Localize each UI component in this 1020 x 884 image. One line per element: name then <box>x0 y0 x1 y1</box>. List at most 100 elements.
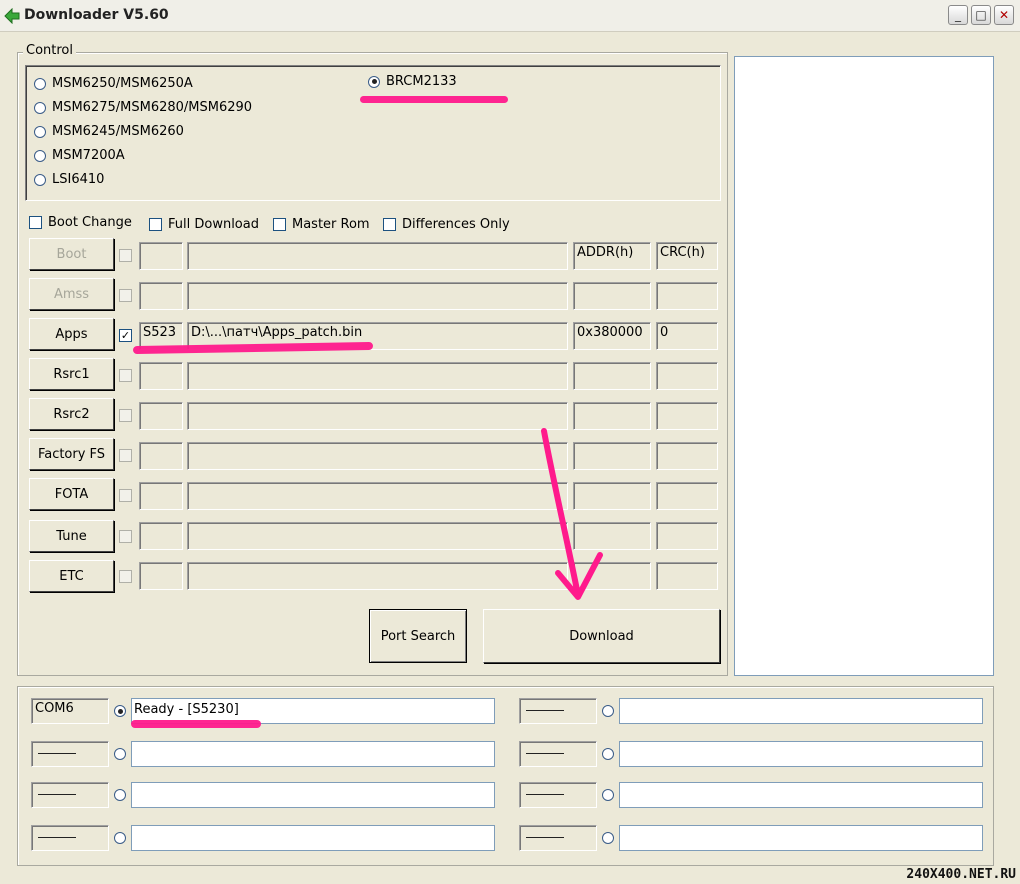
checkbox-icon[interactable] <box>29 216 42 229</box>
boot-path-field <box>187 242 568 270</box>
differences-only-label: Differences Only <box>402 217 510 232</box>
back-arrow-icon <box>4 8 20 24</box>
chip-option-msm6275[interactable]: MSM6275/MSM6280/MSM6290 <box>34 100 252 115</box>
apps-checkbox[interactable]: ✓ <box>119 329 132 342</box>
title-bar[interactable]: Downloader V5.60 _ □ ✕ <box>0 0 1020 32</box>
window-title: Downloader V5.60 <box>24 7 169 23</box>
etc-crc-field <box>656 562 718 590</box>
tune-crc-field <box>656 522 718 550</box>
download-button[interactable]: Download <box>483 609 720 663</box>
port-name-2 <box>31 741 109 767</box>
empty-port-dash <box>38 837 76 838</box>
fota-path-field <box>187 482 568 510</box>
port-radio-icon[interactable] <box>602 789 614 801</box>
etc-button[interactable]: ETC <box>29 560 114 592</box>
chip-label: MSM6275/MSM6280/MSM6290 <box>52 100 253 115</box>
port-status-7 <box>619 782 983 808</box>
chip-option-lsi6410[interactable]: LSI6410 <box>34 172 104 187</box>
master-rom-option[interactable]: Master Rom <box>273 217 370 232</box>
rsrc1-path-field <box>187 362 568 390</box>
port-status-6 <box>619 741 983 767</box>
pink-highlight-brcm <box>360 96 508 103</box>
port-name-7 <box>519 782 597 808</box>
checkbox-icon[interactable] <box>383 218 396 231</box>
chip-option-msm6245[interactable]: MSM6245/MSM6260 <box>34 124 184 139</box>
port-name-1: COM6 <box>31 698 109 724</box>
port-radio-icon[interactable] <box>114 832 126 844</box>
port-status-8 <box>619 825 983 851</box>
chip-option-brcm2133[interactable]: BRCM2133 <box>368 74 457 89</box>
rsrc1-button[interactable]: Rsrc1 <box>29 358 114 390</box>
rsrc2-checkbox[interactable] <box>119 409 132 422</box>
fota-model-field <box>139 482 183 510</box>
checkbox-icon[interactable] <box>149 218 162 231</box>
apps-crc-field: 0 <box>656 322 718 350</box>
tune-model-field <box>139 522 183 550</box>
amss-model-field <box>139 282 183 310</box>
factory-fs-checkbox[interactable] <box>119 449 132 462</box>
rsrc2-button[interactable]: Rsrc2 <box>29 398 114 430</box>
port-search-button[interactable]: Port Search <box>369 609 467 663</box>
chip-label: MSM6245/MSM6260 <box>52 124 184 139</box>
port-name-5 <box>519 698 597 724</box>
port-radio-icon[interactable] <box>602 748 614 760</box>
port-status-2 <box>131 741 495 767</box>
full-download-option[interactable]: Full Download <box>149 217 259 232</box>
rsrc2-crc-field <box>656 402 718 430</box>
boot-model-field <box>139 242 183 270</box>
maximize-button[interactable]: □ <box>971 5 991 25</box>
rsrc2-model-field <box>139 402 183 430</box>
boot-checkbox[interactable] <box>119 249 132 262</box>
minimize-button[interactable]: _ <box>948 5 968 25</box>
chip-option-msm6250[interactable]: MSM6250/MSM6250A <box>34 76 193 91</box>
chip-option-msm7200a[interactable]: MSM7200A <box>34 148 125 163</box>
port-radio-icon[interactable] <box>114 789 126 801</box>
apps-button[interactable]: Apps <box>29 318 114 350</box>
fota-crc-field <box>656 482 718 510</box>
factory-fs-button[interactable]: Factory FS <box>29 438 114 470</box>
port-radio-icon[interactable] <box>602 832 614 844</box>
etc-checkbox[interactable] <box>119 570 132 583</box>
radio-selected-icon[interactable] <box>368 75 380 88</box>
watermark: 240X400.NET.RU <box>906 867 1016 882</box>
chip-label: BRCM2133 <box>386 74 457 89</box>
amss-addr-field <box>573 282 651 310</box>
radio-icon[interactable] <box>34 125 46 138</box>
chip-label: MSM7200A <box>52 148 125 163</box>
empty-port-dash <box>526 794 564 795</box>
port-name-8 <box>519 825 597 851</box>
tune-button[interactable]: Tune <box>29 520 114 552</box>
radio-icon[interactable] <box>34 149 46 162</box>
tune-checkbox[interactable] <box>119 530 132 543</box>
port-name-3 <box>31 782 109 808</box>
amss-crc-field <box>656 282 718 310</box>
port-status-4 <box>131 825 495 851</box>
boot-button[interactable]: Boot <box>29 238 114 270</box>
port-radio-icon[interactable] <box>114 748 126 760</box>
fota-button[interactable]: FOTA <box>29 478 114 510</box>
addr-header: ADDR(h) <box>573 242 651 270</box>
amss-button[interactable]: Amss <box>29 278 114 310</box>
rsrc1-checkbox[interactable] <box>119 369 132 382</box>
radio-icon[interactable] <box>34 173 46 186</box>
close-button[interactable]: ✕ <box>994 5 1014 25</box>
crc-header: CRC(h) <box>656 242 718 270</box>
port-name-6 <box>519 741 597 767</box>
fota-checkbox[interactable] <box>119 489 132 502</box>
factory-fs-model-field <box>139 442 183 470</box>
port-status-5 <box>619 698 983 724</box>
rsrc1-crc-field <box>656 362 718 390</box>
apps-addr-field: 0x380000 <box>573 322 651 350</box>
empty-port-dash <box>526 837 564 838</box>
checkbox-icon[interactable] <box>273 218 286 231</box>
pink-highlight-port <box>131 720 261 728</box>
differences-only-option[interactable]: Differences Only <box>383 217 510 232</box>
boot-change-option[interactable]: Boot Change <box>29 215 132 230</box>
chip-label: LSI6410 <box>52 172 105 187</box>
port-radio-selected-icon[interactable] <box>114 705 126 717</box>
radio-icon[interactable] <box>34 101 46 114</box>
amss-checkbox[interactable] <box>119 289 132 302</box>
port-radio-icon[interactable] <box>602 705 614 717</box>
rsrc1-addr-field <box>573 362 651 390</box>
radio-icon[interactable] <box>34 77 46 90</box>
